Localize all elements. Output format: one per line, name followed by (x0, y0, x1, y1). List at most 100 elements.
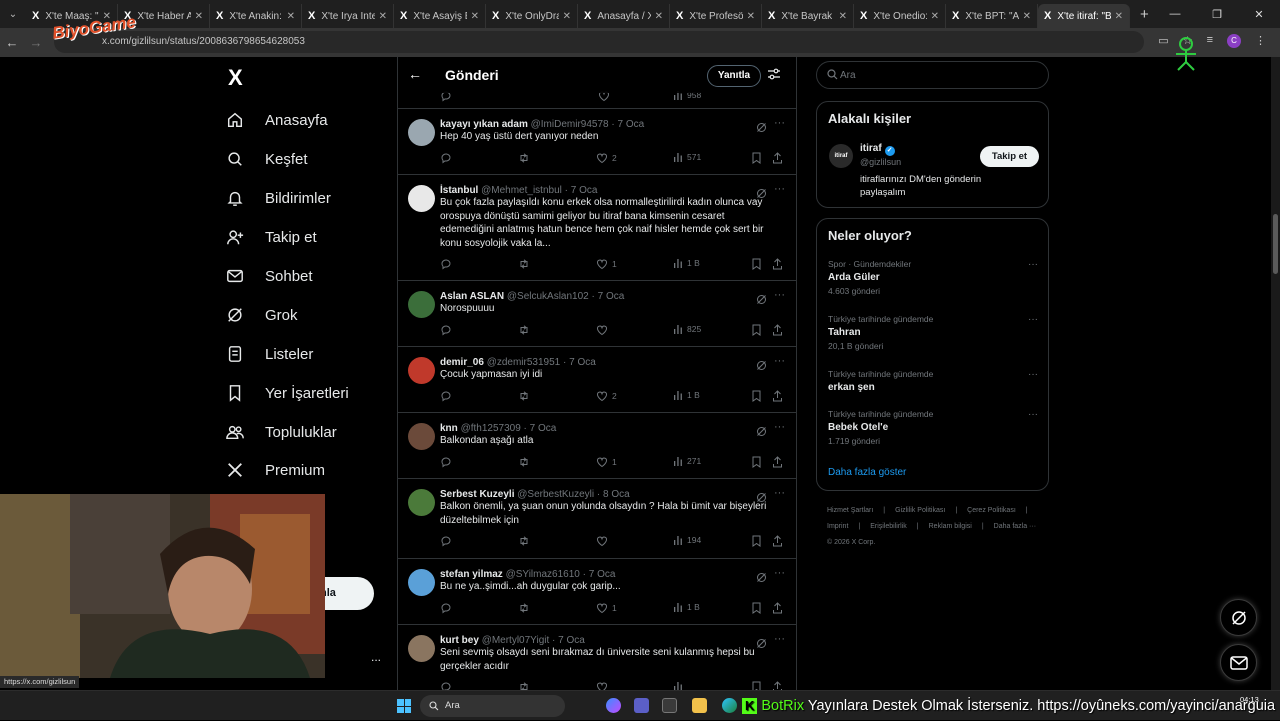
more-options-icon[interactable]: ··· (774, 355, 785, 367)
tweet-author-handle[interactable]: @ImiDemir94578 (531, 119, 609, 130)
page-scrollbar[interactable] (1271, 57, 1280, 690)
views-button[interactable]: 1 B (673, 390, 700, 400)
views-button[interactable]: 1 B (673, 602, 700, 612)
retweet-icon[interactable] (518, 602, 530, 614)
footer-link[interactable]: Reklam bilgisi (929, 523, 972, 530)
nav-item[interactable]: Bildirimler (226, 186, 331, 210)
share-icon[interactable] (772, 535, 783, 547)
reply-button[interactable]: Yanıtla (707, 65, 761, 87)
nav-item[interactable]: Sohbet (226, 264, 313, 288)
avatar[interactable] (408, 489, 435, 516)
browser-tab[interactable]: X X'te Onedio: ✕ (854, 4, 946, 28)
footer-link[interactable]: | (955, 507, 957, 514)
browser-tab[interactable]: X X'te OnlyDra ✕ (486, 4, 578, 28)
footer-link[interactable]: Daha fazla ··· (994, 523, 1036, 530)
follow-button[interactable]: Takip et (980, 146, 1039, 167)
footer-link[interactable]: Imprint (827, 523, 848, 530)
avatar[interactable] (408, 357, 435, 384)
retweet-icon[interactable] (518, 258, 530, 270)
nav-item[interactable]: Keşfet (226, 147, 308, 171)
retweet-icon[interactable] (518, 535, 530, 547)
share-icon[interactable] (772, 258, 783, 270)
x-logo-icon[interactable]: X (228, 65, 243, 91)
more-options-icon[interactable]: ··· (1028, 409, 1038, 420)
cast-icon[interactable]: ▭ (1158, 34, 1168, 48)
share-icon[interactable] (772, 681, 783, 690)
nav-item[interactable]: Yer İşaretleri (226, 381, 349, 405)
reply-tweet[interactable]: Serbest Kuzeyli @SerbestKuzeyli · 8 Oca ·… (398, 479, 796, 559)
browser-tab[interactable]: X X'te Irya Inte ✕ (302, 4, 394, 28)
reply-tweet[interactable]: İstanbul @Mehmet_istnbul · 7 Oca ··· Bu ço… (398, 175, 796, 281)
tweet-date[interactable]: · 8 Oca (597, 489, 630, 500)
search-input[interactable]: Ara (816, 61, 1049, 89)
bookmark-icon[interactable] (751, 152, 762, 164)
footer-link[interactable]: | (1026, 507, 1028, 514)
bookmark-icon[interactable] (751, 324, 762, 336)
copilot-icon[interactable] (606, 698, 621, 713)
tweet-author-name[interactable]: Serbest Kuzeyli (440, 489, 514, 500)
reply-tweet[interactable]: knn @fth1257309 · 7 Oca ··· Balkondan aşağ… (398, 413, 796, 479)
trend-item[interactable]: Spor · Gündemdekiler Arda Güler 4.603 gönd… (828, 259, 1038, 296)
tweet-author-name[interactable]: demir_06 (440, 357, 484, 368)
reply-icon[interactable] (440, 681, 452, 690)
browser-tab[interactable]: X Anasayfa / X ✕ (578, 4, 670, 28)
tweet-author-handle[interactable]: @fth1257309 (461, 423, 521, 434)
like-button[interactable]: 2 (596, 152, 617, 164)
tab-close-icon[interactable]: ✕ (195, 11, 203, 22)
footer-link[interactable]: Çerez Politikası (967, 507, 1016, 514)
bookmark-icon[interactable] (751, 258, 762, 270)
reply-tweet[interactable]: stefan yilmaz @SYilmaz61610 · 7 Oca ··· Bu… (398, 559, 796, 625)
grok-float-button[interactable] (1220, 599, 1257, 636)
reply-tweet[interactable]: Aslan ASLAN @SelcukAslan102 · 7 Oca ··· No… (398, 281, 796, 347)
url-field[interactable]: x.com/gizlilsun/status/20086367986546280… (54, 31, 1144, 53)
browser-tab[interactable]: X X'te Bayrak N ✕ (762, 4, 854, 28)
tweet-author-handle[interactable]: @Mertyl07Yigit (482, 635, 550, 646)
tab-search-button[interactable]: ⌄ (0, 0, 26, 28)
tweet-date[interactable]: · 7 Oca (563, 357, 596, 368)
avatar[interactable] (408, 569, 435, 596)
browser-tab[interactable]: X X'te Profesör ✕ (670, 4, 762, 28)
nav-item[interactable]: Listeler (226, 342, 313, 366)
bookmark-icon[interactable] (751, 602, 762, 614)
back-arrow-icon[interactable]: ← (408, 66, 422, 82)
trend-item[interactable]: Türkiye tarihinde gündemde Bebek Otel'e 1.… (828, 409, 1038, 446)
share-icon[interactable] (772, 601, 783, 614)
tweet-author-handle[interactable]: @zdemir531951 (487, 357, 561, 368)
profile-avatar[interactable]: C (1227, 34, 1241, 48)
tab-close-icon[interactable]: ✕ (1023, 11, 1031, 22)
like-button[interactable]: 1 (596, 456, 617, 468)
messages-float-button[interactable] (1220, 644, 1257, 681)
retweet-icon[interactable] (518, 324, 530, 336)
tab-close-icon[interactable]: ✕ (471, 11, 479, 22)
reply-tweet[interactable]: kurt bey @Mertyl07Yigit · 7 Oca ··· Seni s… (398, 625, 796, 690)
tweet-author-handle[interactable]: @SYilmaz61610 (506, 569, 580, 580)
bookmark-icon[interactable] (751, 681, 762, 690)
partial-tweet[interactable]: 958 (398, 90, 796, 109)
nav-item[interactable]: Topluluklar (226, 420, 337, 444)
related-name[interactable]: itiraf ✓ (860, 143, 895, 156)
close-window-button[interactable]: ✕ (1238, 8, 1280, 21)
avatar[interactable] (408, 423, 435, 450)
tweet-date[interactable]: · 7 Oca (552, 635, 585, 646)
more-options-icon[interactable]: ··· (774, 289, 785, 301)
tweet-date[interactable]: · 7 Oca (565, 185, 598, 196)
tweet-author-name[interactable]: kayayı yıkan adam (440, 119, 528, 130)
share-icon[interactable] (772, 323, 783, 336)
reply-icon[interactable] (440, 535, 452, 547)
footer-link[interactable]: Erişilebilirlik (870, 523, 907, 530)
browser-tab[interactable]: X X'te itiraf: "B ✕ (1038, 4, 1130, 28)
reply-tweet[interactable]: kayayı yıkan adam @ImiDemir94578 · 7 Oca… (398, 109, 796, 175)
avatar[interactable] (408, 185, 435, 212)
tab-close-icon[interactable]: ✕ (1115, 11, 1123, 22)
footer-link[interactable]: Hizmet Şartları (827, 507, 873, 514)
reply-icon[interactable] (440, 456, 452, 468)
tab-close-icon[interactable]: ✕ (839, 11, 847, 22)
reply-icon[interactable] (440, 152, 452, 164)
tab-close-icon[interactable]: ✕ (563, 11, 571, 22)
like-button[interactable] (596, 535, 612, 547)
more-options-icon[interactable]: ··· (774, 487, 785, 499)
reply-icon[interactable] (440, 390, 452, 402)
tab-close-icon[interactable]: ✕ (931, 11, 939, 22)
more-options-icon[interactable]: ··· (1028, 314, 1038, 325)
views-button[interactable]: 825 (673, 324, 701, 334)
